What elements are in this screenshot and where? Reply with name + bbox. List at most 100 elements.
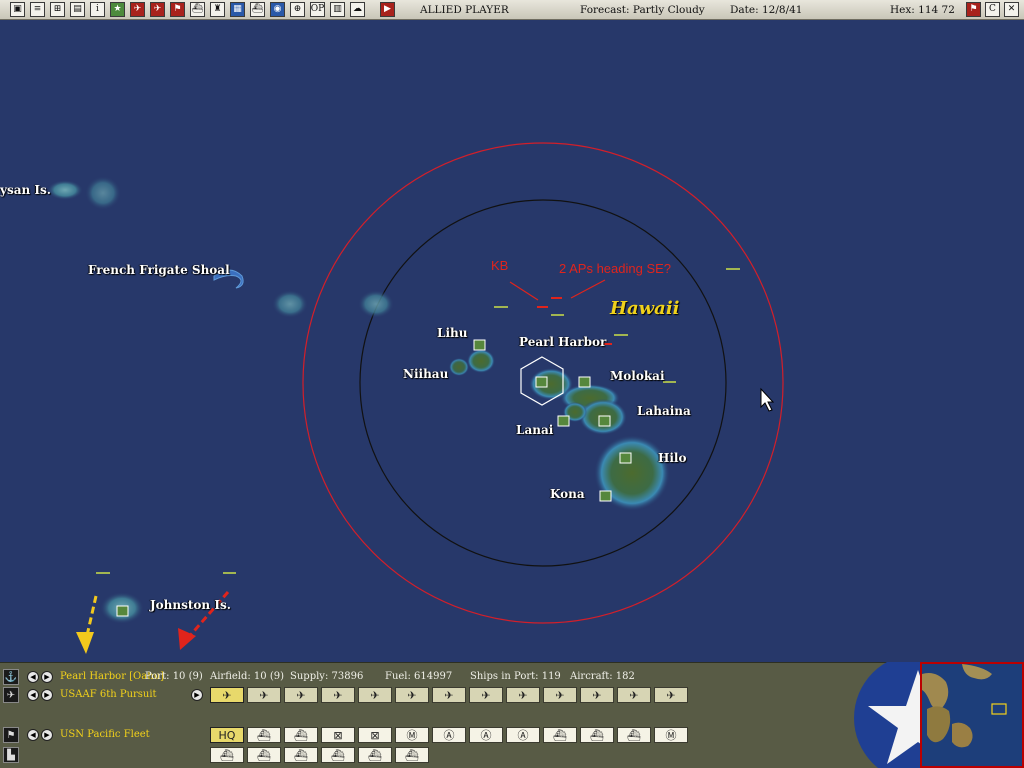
ship-type-slot[interactable]: ⛴: [247, 747, 281, 763]
unit-slot-m[interactable]: Ⓜ: [395, 727, 429, 743]
unit-slot-box[interactable]: ⊠: [358, 727, 392, 743]
ship-silhouette-icon: ⛴: [331, 748, 345, 762]
hex-label: Hex: 114 72: [890, 4, 955, 16]
map-label-lanai: Lanai: [516, 423, 554, 437]
unit-slot-ship[interactable]: ⛴: [543, 727, 577, 743]
left-arrow-icon: ◀: [30, 673, 36, 681]
port-size: Port: 10 (9): [145, 671, 203, 682]
unit-slot-a[interactable]: Ⓐ: [506, 727, 540, 743]
fleet-flag-icon[interactable]: ⚑: [3, 727, 19, 743]
prev-base-button[interactable]: ◀: [27, 671, 39, 683]
aircraft-slot[interactable]: ✈: [654, 687, 688, 703]
ship-type-slot[interactable]: ⛴: [321, 747, 355, 763]
aircraft-slot[interactable]: ✈: [580, 687, 614, 703]
unit-slot-m[interactable]: Ⓜ: [654, 727, 688, 743]
port-anchor-icon[interactable]: ⚓: [3, 669, 19, 685]
mouse-cursor: [760, 387, 775, 412]
op-button[interactable]: OP: [310, 2, 325, 17]
air-unit-name-link[interactable]: USAAF 6th Pursuit: [60, 689, 157, 700]
save-button[interactable]: ▤: [70, 2, 85, 17]
niihau-island: [449, 358, 469, 376]
flag-button[interactable]: ⚑: [170, 2, 185, 17]
task-force-icon: ⊞: [53, 4, 62, 14]
aircraft-value: Aircraft: 182: [570, 671, 635, 682]
shoal-1: [272, 290, 308, 318]
aircraft-slot[interactable]: ✈: [617, 687, 651, 703]
plane-icon: ✈: [296, 688, 306, 702]
unit-slot-ship[interactable]: ⛴: [284, 727, 318, 743]
ship-type-slot[interactable]: ⛴: [284, 747, 318, 763]
aircraft-slot[interactable]: ✈: [543, 687, 577, 703]
unit-button[interactable]: ▦: [230, 2, 245, 17]
a-unit-icon: Ⓐ: [443, 729, 455, 742]
next-base-button[interactable]: ▶: [41, 671, 53, 683]
game-map[interactable]: ysan Is. French Frigate Shoal Lihu Niiha…: [0, 20, 1024, 662]
ship-unit-icon: ⛴: [590, 728, 604, 742]
aircraft-slot[interactable]: ✈: [358, 687, 392, 703]
aircraft-slot[interactable]: ✈: [247, 687, 281, 703]
ship-type-slot[interactable]: ⛴: [358, 747, 392, 763]
flag-report-button[interactable]: ⚑: [966, 2, 981, 17]
ship-type-slot[interactable]: ⛴: [210, 747, 244, 763]
flag-icon: ⚑: [173, 4, 182, 14]
aircraft-slot[interactable]: ✈: [210, 687, 244, 703]
ship-button[interactable]: ⛴: [190, 2, 205, 17]
ship-unit-icon: ⛴: [553, 728, 567, 742]
end-turn-icon: ▶: [384, 4, 391, 14]
yellow-dashed-arrow: [76, 595, 98, 654]
aircraft-slot[interactable]: ✈: [395, 687, 429, 703]
air-unit-plane-icon[interactable]: ✈: [3, 687, 19, 703]
aircraft-slot[interactable]: ✈: [506, 687, 540, 703]
air-group-button[interactable]: ✈: [130, 2, 145, 17]
ship-list-icon[interactable]: ▙: [3, 747, 19, 763]
production-button[interactable]: ⊕: [290, 2, 305, 17]
end-turn-button[interactable]: ▶: [380, 2, 395, 17]
ship-type-slot[interactable]: ⛴: [395, 747, 429, 763]
globe-icon: ◉: [273, 4, 282, 14]
globe-button[interactable]: ◉: [270, 2, 285, 17]
ship-silhouette-icon: ⛴: [220, 748, 234, 762]
unit-slot-ship[interactable]: ⛴: [580, 727, 614, 743]
next-fleet-button[interactable]: ▶: [41, 729, 53, 741]
air-unit-expand-button[interactable]: ▶: [191, 689, 203, 701]
unit-slot-ship[interactable]: ⛴: [247, 727, 281, 743]
plane-icon: ✈: [592, 688, 602, 702]
report-button[interactable]: ▥: [330, 2, 345, 17]
map-label-lahaina: Lahaina: [637, 404, 691, 418]
convoy-icon: ⛴: [251, 4, 264, 14]
aircraft-slot[interactable]: ✈: [321, 687, 355, 703]
right-arrow-icon: ▶: [44, 731, 50, 739]
aircraft-slot[interactable]: ✈: [432, 687, 466, 703]
plane-icon: ✈: [222, 688, 232, 702]
unit-slot-a[interactable]: Ⓐ: [432, 727, 466, 743]
info-button[interactable]: i: [90, 2, 105, 17]
fleet-name-link[interactable]: USN Pacific Fleet: [60, 729, 150, 740]
m-unit-icon: Ⓜ: [406, 729, 418, 742]
convoy-button[interactable]: ⛴: [250, 2, 265, 17]
leader-button[interactable]: ♜: [210, 2, 225, 17]
weather-icon: ☁: [353, 4, 362, 14]
unit-slot-ship[interactable]: ⛴: [617, 727, 651, 743]
close-map-button[interactable]: ✕: [1004, 2, 1019, 17]
task-force-button[interactable]: ⊞: [50, 2, 65, 17]
weather-button[interactable]: ☁: [350, 2, 365, 17]
unit-slot-a[interactable]: Ⓐ: [469, 727, 503, 743]
right-arrow-icon: ▶: [194, 691, 200, 699]
aircraft-slot[interactable]: ✈: [284, 687, 318, 703]
prev-fleet-button[interactable]: ◀: [27, 729, 39, 741]
air-mission-button[interactable]: ✈: [150, 2, 165, 17]
combat-report-button[interactable]: C: [985, 2, 1000, 17]
prev-air-unit-button[interactable]: ◀: [27, 689, 39, 701]
annotation-kb: KB: [491, 258, 509, 273]
unit-slot-box[interactable]: ⊠: [321, 727, 355, 743]
overview-minimap[interactable]: [920, 662, 1024, 768]
unit-slot-hq[interactable]: HQ: [210, 727, 244, 743]
report-icon: ▥: [333, 4, 342, 14]
airbase-star-button[interactable]: ★: [110, 2, 125, 17]
document-button[interactable]: ≡: [30, 2, 45, 17]
aircraft-slot[interactable]: ✈: [469, 687, 503, 703]
next-air-unit-button[interactable]: ▶: [41, 689, 53, 701]
window-button[interactable]: ▣: [10, 2, 25, 17]
airbase-star-icon: ★: [113, 4, 122, 14]
box-unit-icon: ⊠: [370, 728, 380, 742]
